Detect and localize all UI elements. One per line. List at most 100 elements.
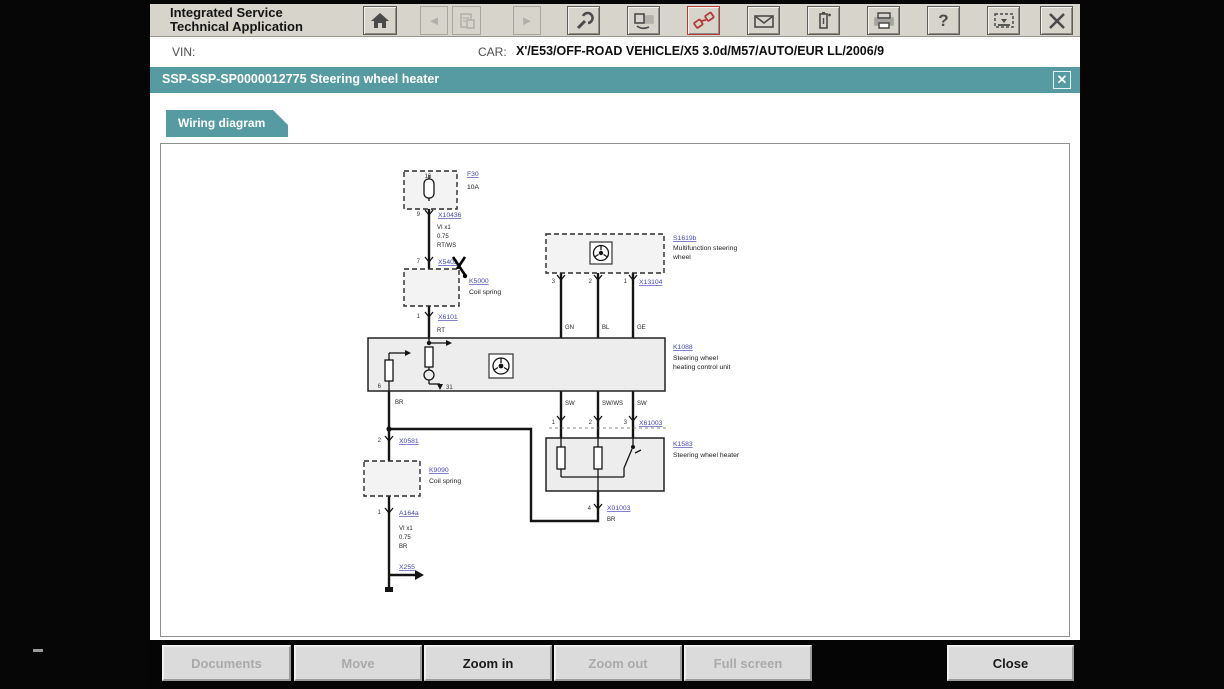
link-a164a[interactable]: A164a [399, 510, 419, 517]
heater-label: Steering wheel heater [673, 452, 740, 459]
link-x6101[interactable]: X6101 [438, 314, 458, 321]
screen: Integrated Service Technical Application… [0, 0, 1224, 689]
tab-wiring-diagram[interactable]: Wiring diagram [166, 110, 288, 137]
wire-spec: VI x1 [437, 225, 451, 231]
link-coil-spring-upper[interactable]: K5000 [469, 278, 489, 285]
workshop-tools-button[interactable] [567, 6, 600, 35]
pin-number: 4 [588, 506, 592, 512]
documents-button: Documents [162, 645, 291, 681]
devices-button[interactable] [627, 6, 660, 35]
battery-button[interactable] [807, 6, 840, 35]
link-control-unit[interactable]: K1088 [673, 344, 693, 351]
fuse-number: 16 [425, 174, 432, 180]
ground-terminal [385, 587, 393, 592]
link-x255[interactable]: X255 [399, 564, 415, 571]
document-preview-icon [458, 12, 476, 30]
wire-color-sw3: SW [637, 401, 647, 407]
forward-icon: ► [521, 13, 534, 28]
app-window: Integrated Service Technical Application… [150, 0, 1080, 689]
pin-number: 7 [417, 259, 421, 265]
car-value: X'/E53/OFF-ROAD VEHICLE/X5 3.0d/M57/AUTO… [516, 44, 884, 58]
wire-spec: BR [399, 544, 408, 550]
steering-wheel-icon [590, 242, 612, 264]
coil-spring-upper-box [404, 269, 459, 306]
control-unit-label1: Steering wheel [673, 355, 718, 362]
wire-junction [386, 426, 391, 431]
exit-button[interactable] [1040, 6, 1073, 35]
forward-button: ► [513, 6, 541, 35]
wire-color-ge: GE [637, 325, 646, 331]
pin-number: 2 [378, 438, 382, 444]
home-icon [370, 12, 390, 30]
back-button: ◄ [420, 6, 448, 35]
back-icon: ◄ [428, 13, 441, 28]
wire-spec: VI x1 [399, 526, 413, 532]
fuse-rating: 10A [467, 184, 480, 191]
link-x61003[interactable]: X61003 [639, 420, 663, 427]
vin-label: VIN: [172, 45, 195, 59]
fuse-symbol [424, 179, 434, 198]
app-title-line2: Technical Application [170, 20, 303, 34]
control-unit-label2: heating control unit [673, 364, 731, 371]
document-close-button[interactable]: ✕ [1053, 71, 1071, 89]
help-icon: ? [938, 11, 948, 31]
screen-artifact-dash [33, 649, 43, 652]
wire-color-br: BR [607, 517, 616, 523]
car-label: CAR: [478, 45, 507, 59]
full-screen-button: Full screen [684, 645, 812, 681]
wrench-icon [574, 11, 594, 31]
help-button[interactable]: ? [927, 6, 960, 35]
heating-element-symbol [594, 447, 602, 469]
content-area: Wiring diagram [150, 93, 1080, 640]
home-button[interactable] [363, 6, 397, 35]
wire-color-sw1: SW [565, 401, 575, 407]
coil-spring-lower-label: Coil spring [429, 478, 461, 485]
pin-number: 2 [589, 420, 593, 426]
link-x13104[interactable]: X13104 [639, 279, 663, 286]
pin-number: 9 [417, 212, 421, 218]
ground-arrow-head [415, 570, 424, 580]
app-title: Integrated Service Technical Application [170, 6, 303, 34]
link-mfl[interactable]: S1619b [673, 235, 697, 242]
wire-color-br: BR [395, 400, 404, 406]
link-heater[interactable]: K1583 [673, 441, 693, 448]
wire-color-bl: BL [602, 325, 610, 331]
envelope-icon [753, 12, 775, 30]
disconnected-plug-icon [693, 11, 715, 31]
close-button[interactable]: Close [947, 645, 1074, 681]
messages-button[interactable] [747, 6, 780, 35]
minimize-dock-button[interactable] [987, 6, 1020, 35]
terminal-31: 31 [446, 385, 453, 391]
printer-icon [873, 11, 895, 31]
mfl-label2: wheel [672, 254, 691, 261]
link-x10436[interactable]: X10436 [438, 212, 462, 219]
zoom-in-button[interactable]: Zoom in [424, 645, 552, 681]
link-coil-spring-lower[interactable]: K9090 [429, 467, 449, 474]
control-unit-box [368, 338, 665, 391]
link-x01003[interactable]: X01003 [607, 505, 631, 512]
main-toolbar: Integrated Service Technical Application… [150, 4, 1080, 37]
document-title: SSP-SSP-SP0000012775 Steering wheel heat… [162, 72, 439, 86]
coil-spring-upper-label: Coil spring [469, 289, 501, 296]
devices-icon [633, 11, 655, 31]
print-button[interactable] [867, 6, 900, 35]
wire-color-gn: GN [565, 325, 574, 331]
link-fuse[interactable]: F30 [467, 171, 479, 178]
link-x0581[interactable]: X0581 [399, 438, 419, 445]
wire-spec: 0.75 [437, 234, 449, 240]
coil-spring-lower-box [364, 461, 420, 496]
heating-element-symbol [557, 447, 565, 469]
connection-status-button[interactable] [687, 6, 720, 35]
pin-number: 1 [552, 420, 556, 426]
mfl-label1: Multifunction steering [673, 245, 737, 252]
zoom-out-button: Zoom out [554, 645, 682, 681]
wiring-diagram-canvas[interactable]: 16 F30 10A 9 X10436 VI x1 0.75 RT/WS 7 X… [160, 143, 1070, 637]
app-title-line1: Integrated Service [170, 6, 303, 20]
wire-spec: RT/WS [437, 243, 456, 249]
pin-number: 1 [417, 314, 421, 320]
pin-number: 1 [378, 510, 382, 516]
battery-icon [814, 10, 834, 32]
dock-window-icon [993, 11, 1015, 31]
pin-number: 1 [624, 279, 628, 285]
pin-number: 3 [624, 420, 628, 426]
